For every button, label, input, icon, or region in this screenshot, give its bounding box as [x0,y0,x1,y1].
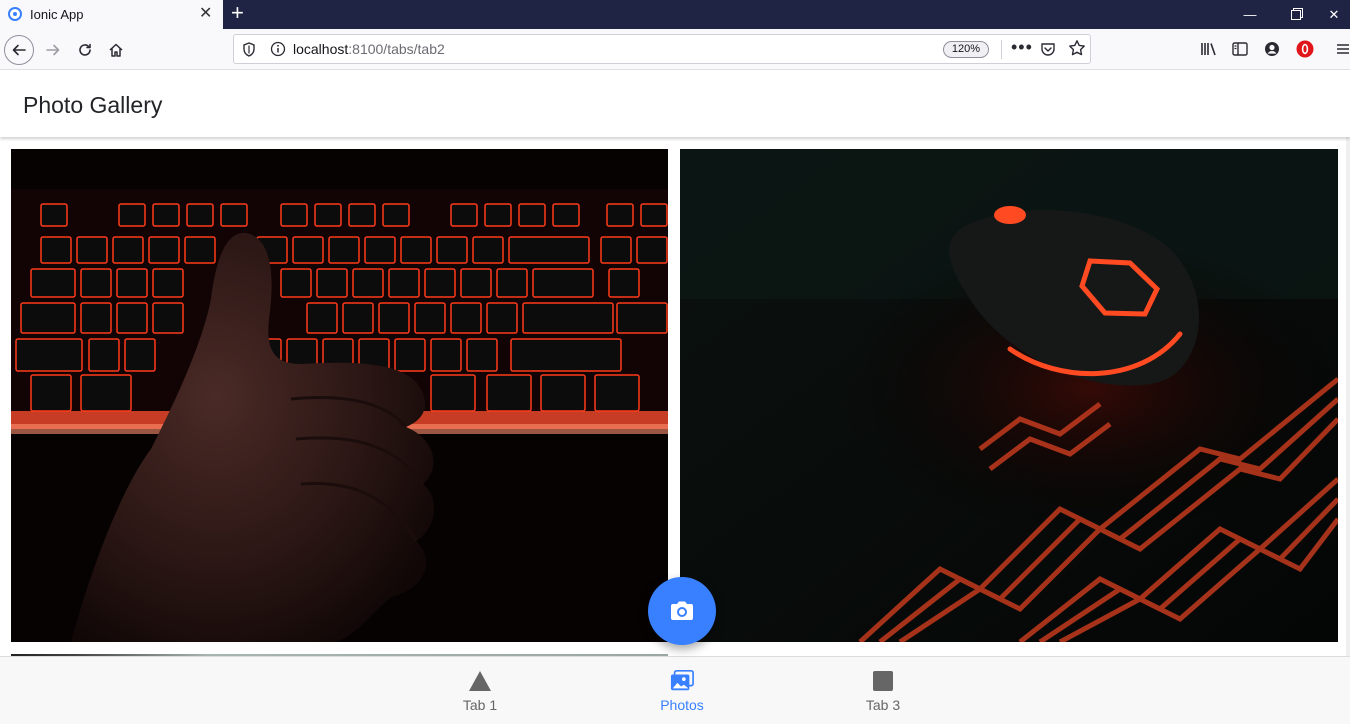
window-minimize-button[interactable]: — [1227,0,1273,29]
back-button[interactable] [4,35,34,65]
url-separator [1001,40,1002,59]
page-title: Photo Gallery [23,92,163,118]
red-extension-icon [1296,40,1314,58]
restore-icon [1291,9,1301,20]
keyboard-photo-image [11,149,668,642]
photo-keyboard[interactable] [11,149,668,642]
url-host: localhost [293,41,349,57]
library-button[interactable] [1199,39,1219,59]
tab-title: Ionic App [30,7,84,22]
images-icon [670,669,694,693]
forward-button[interactable] [38,35,68,65]
browser-tab[interactable]: Ionic App ✕ [0,0,223,29]
window-restore-button[interactable] [1273,0,1319,29]
tab-close-icon[interactable]: ✕ [199,5,212,23]
tab-bar: Tab 1 Photos Tab 3 [0,656,1350,724]
app-menu-button[interactable] [1333,39,1350,59]
bookmark-star-icon[interactable] [1068,39,1086,57]
new-tab-button[interactable]: + [231,1,244,25]
arrow-right-icon [46,44,60,56]
address-bar[interactable]: localhost:8100/tabs/tab2 120% ••• [233,34,1091,64]
arrow-left-icon [12,44,26,56]
content-scrollbar[interactable] [1346,137,1350,656]
site-info-icon[interactable] [270,41,286,57]
tab-photos-label: Photos [660,697,704,713]
mouse-photo-image [680,149,1338,642]
ionic-favicon-icon [8,7,22,21]
photo-mouse[interactable] [680,149,1338,642]
square-icon [871,669,895,693]
reload-button[interactable] [70,35,100,65]
library-icon [1201,43,1216,56]
account-icon [1265,42,1279,56]
tracking-shield-icon[interactable] [242,42,256,57]
window-close-button[interactable]: ✕ [1318,0,1350,29]
camera-icon [671,601,693,620]
account-button[interactable] [1262,39,1282,59]
extension-button[interactable] [1295,39,1315,59]
home-button[interactable] [101,35,131,65]
url-text[interactable]: localhost:8100/tabs/tab2 [293,41,445,57]
home-icon [109,43,123,57]
sidebar-icon [1232,42,1248,56]
browser-toolbar: localhost:8100/tabs/tab2 120% ••• [0,29,1350,70]
take-photo-button[interactable] [648,577,716,645]
url-path: :8100/tabs/tab2 [348,41,445,57]
tab-1-label: Tab 1 [462,697,498,713]
tab-1[interactable]: Tab 1 [380,657,580,725]
reload-icon [79,43,91,56]
page-actions-more-icon[interactable]: ••• [1011,37,1033,58]
sidebar-button[interactable] [1230,39,1250,59]
zoom-level-badge[interactable]: 120% [943,41,989,58]
triangle-icon [468,669,492,693]
tab-3-label: Tab 3 [865,697,901,713]
app-header: Photo Gallery [0,70,1350,137]
browser-titlebar: Ionic App ✕ + — ✕ [0,0,1350,29]
tab-photos[interactable]: Photos [582,657,782,725]
tab-3[interactable]: Tab 3 [783,657,983,725]
hamburger-menu-icon [1337,44,1349,54]
pocket-icon[interactable] [1040,41,1056,57]
